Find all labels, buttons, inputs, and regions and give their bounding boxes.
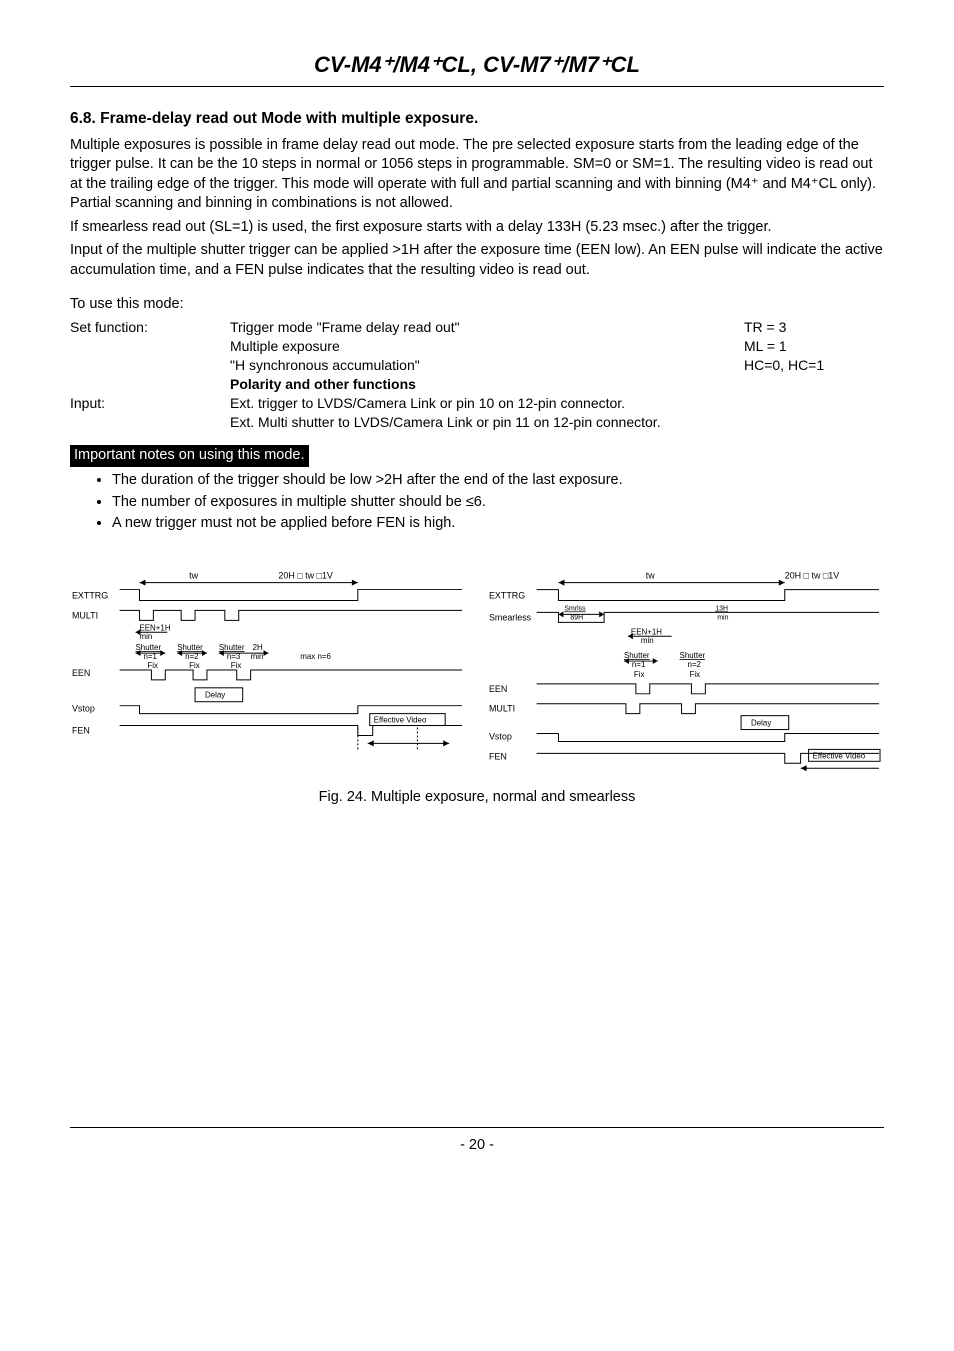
label-vstop: Vstop <box>72 703 95 713</box>
header-rule <box>70 86 884 87</box>
paragraph-3: Input of the multiple shutter trigger ca… <box>70 241 884 280</box>
label-fix-l1: Fix <box>147 661 158 670</box>
label-exttrg: EXTTRG <box>72 590 108 600</box>
label-min-right: min <box>641 636 654 645</box>
label-n2-r: n=2 <box>687 660 701 669</box>
trigger-mode-desc: Trigger mode "Frame delay read out" <box>230 318 744 337</box>
label-2h: 2H <box>253 643 263 652</box>
label-13h: 13H <box>715 605 728 612</box>
note-item: The number of exposures in multiple shut… <box>112 493 884 513</box>
label-exttrg-r: EXTTRG <box>489 590 525 600</box>
paragraph-2: If smearless read out (SL=1) is used, th… <box>70 218 884 238</box>
label-fix-l2: Fix <box>189 661 200 670</box>
section-heading: 6.8. Frame-delay read out Mode with mult… <box>70 109 884 130</box>
hsync-desc: "H synchronous accumulation" <box>230 356 744 375</box>
hc-value: HC=0, HC=1 <box>744 356 884 375</box>
label-min-r: min <box>717 614 728 621</box>
page-header-title: CV-M4⁺/M4⁺CL, CV-M7⁺/M7⁺CL <box>70 50 884 80</box>
label-een: EEN <box>72 668 90 678</box>
label-89h: 89H <box>570 614 583 621</box>
label-een-r: EEN <box>489 684 507 694</box>
label-range-left: 20H □ tw □1V <box>278 570 332 580</box>
label-multi: MULTI <box>72 610 98 620</box>
label-tw-right: tw <box>646 570 655 580</box>
notes-list: The duration of the trigger should be lo… <box>70 471 884 534</box>
multiple-exposure-desc: Multiple exposure <box>230 337 744 356</box>
input-label: Input: <box>70 394 230 413</box>
label-fix-l3: Fix <box>231 661 242 670</box>
label-delay-right: Delay <box>751 718 771 727</box>
blank-label-3 <box>70 375 230 394</box>
label-effective-video-right: Effective Video <box>813 751 866 760</box>
ml-value: ML = 1 <box>744 337 884 356</box>
polarity-heading: Polarity and other functions <box>230 375 744 394</box>
blank-label <box>70 337 230 356</box>
page-number: - 20 - <box>70 1136 884 1156</box>
label-maxn6: max n=6 <box>300 652 331 661</box>
paragraph-1: Multiple exposures is possible in frame … <box>70 136 884 214</box>
figure-caption: Fig. 24. Multiple exposure, normal and s… <box>70 788 884 808</box>
important-notes-title: Important notes on using this mode. <box>70 445 309 467</box>
label-fen: FEN <box>72 725 90 735</box>
footer-rule <box>70 1127 884 1128</box>
note-item: The duration of the trigger should be lo… <box>112 471 884 491</box>
blank-label-2 <box>70 356 230 375</box>
label-fix-r2: Fix <box>689 670 700 679</box>
to-use-label: To use this mode: <box>70 295 884 315</box>
label-vstop-r: Vstop <box>489 731 512 741</box>
input-desc-1: Ext. trigger to LVDS/Camera Link or pin … <box>230 394 884 413</box>
label-een1h-right: EEN+1H <box>631 627 662 636</box>
set-function-label: Set function: <box>70 318 230 337</box>
label-tw-left: tw <box>189 570 198 580</box>
label-fix-r1: Fix <box>634 670 645 679</box>
label-shutter-r2: Shutter <box>680 651 706 660</box>
label-een1h-left: EEN+1H <box>139 623 170 632</box>
note-item: A new trigger must not be applied before… <box>112 514 884 534</box>
label-smearless: Smearless <box>489 612 532 622</box>
tr-value: TR = 3 <box>744 318 884 337</box>
blank-val <box>744 375 884 394</box>
label-range-right: 20H □ tw □1V <box>785 570 839 580</box>
timing-diagram-left: EXTTRG MULTI EEN Vstop FEN tw 20H □ tw □… <box>70 564 467 764</box>
label-delay-left: Delay <box>205 690 225 699</box>
label-min-left: min <box>139 632 152 641</box>
blank-label-4 <box>70 413 230 432</box>
label-fen-r: FEN <box>489 751 507 761</box>
label-effective-video-left: Effective Video <box>374 715 427 724</box>
input-desc-2: Ext. Multi shutter to LVDS/Camera Link o… <box>230 413 884 432</box>
label-smrlss: Smrlss <box>564 605 586 612</box>
label-multi-r: MULTI <box>489 703 515 713</box>
timing-diagram-right: EXTTRG Smearless EEN MULTI Vstop FEN tw … <box>487 564 884 774</box>
